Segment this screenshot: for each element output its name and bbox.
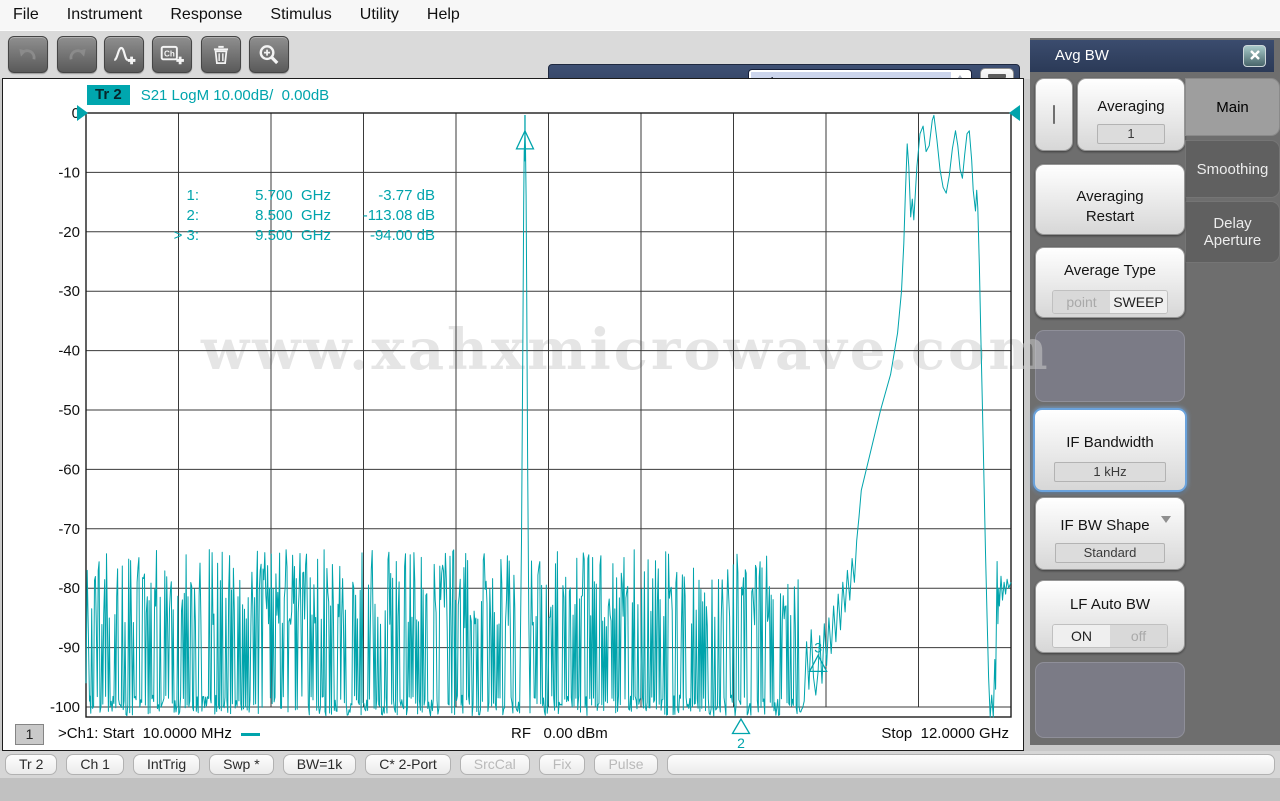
rf-power-label: RF 0.00 dBm [511, 725, 608, 742]
status-srccal[interactable]: SrcCal [459, 754, 530, 775]
dropdown-arrow-icon [1161, 516, 1171, 523]
y-tick-label: -10 [58, 164, 80, 181]
status-inttrig[interactable]: IntTrig [132, 754, 201, 775]
zoom-button[interactable] [249, 36, 289, 73]
average-type-button[interactable]: Average Type point SWEEP [1035, 247, 1185, 318]
if-bandwidth-value: 1 kHz [1054, 462, 1166, 482]
toggle-indicator [1053, 105, 1055, 124]
trace-header: Tr 2 S21 LogM 10.00dB/ 0.00dB [87, 85, 329, 105]
status-c-2-port[interactable]: C* 2-Port [365, 754, 451, 775]
trash-icon [208, 42, 234, 68]
add-channel-icon: Ch [159, 42, 185, 68]
marker-3-value: -94.00 dB [369, 227, 435, 244]
panel-close-button[interactable] [1243, 45, 1266, 67]
avg-bw-panel: Avg BW Averaging 1 Main Smoothing Delay … [1030, 38, 1280, 745]
status-ch-1[interactable]: Ch 1 [66, 754, 124, 775]
if-bw-shape-value: Standard [1055, 543, 1165, 563]
marker-2-value: -113.08 dB [362, 207, 435, 224]
marker-2-freq: 8.500 GHz [255, 207, 331, 224]
lf-auto-bw-off[interactable]: off [1110, 625, 1167, 647]
y-tick-label: -20 [58, 224, 80, 241]
svg-text:Ch: Ch [164, 49, 175, 58]
y-tick-label: -100 [50, 699, 80, 716]
empty-softkey-1 [1035, 330, 1185, 402]
redo-icon [64, 42, 90, 68]
tab-smoothing[interactable]: Smoothing [1185, 140, 1280, 198]
status-swp-[interactable]: Swp * [209, 754, 274, 775]
marker-1-freq: 5.700 GHz [255, 187, 331, 204]
y-tick-label: -60 [58, 461, 80, 478]
lf-auto-bw-button[interactable]: LF Auto BW ON off [1035, 580, 1185, 653]
lf-auto-bw-on[interactable]: ON [1053, 625, 1110, 647]
redo-button[interactable] [57, 36, 97, 73]
lf-auto-bw-segments: ON off [1052, 624, 1168, 648]
empty-softkey-2 [1035, 662, 1185, 738]
trace-format-label: S21 LogM 10.00dB/ 0.00dB [140, 86, 330, 104]
average-type-sweep[interactable]: SWEEP [1110, 290, 1167, 313]
add-channel-button[interactable]: Ch [152, 36, 192, 73]
undo-button[interactable] [8, 36, 48, 73]
marker-3-number: 3 [814, 639, 822, 655]
y-tick-label: -40 [58, 343, 80, 360]
menu-bar: File Instrument Response Stimulus Utility Hel… [0, 0, 1280, 30]
channel-row: 1 >Ch1: Start 10.0000 MHz RF 0.00 dBm St… [3, 723, 1023, 747]
status-bar: Tr 2 Ch 1 IntTrig Swp * BW=1k C* 2-Port SrcCal… [0, 751, 1280, 778]
status-message-area [666, 754, 1275, 775]
y-tick-label: -80 [58, 580, 80, 597]
status-fix[interactable]: Fix [538, 754, 586, 775]
marker-1-label: 1: [186, 187, 199, 204]
y-tick-label: -70 [58, 521, 80, 538]
menu-help[interactable]: Help [413, 6, 474, 24]
trace-badge[interactable]: Tr 2 [87, 85, 130, 105]
menu-response[interactable]: Response [156, 6, 256, 24]
marker-3-label: > 3: [173, 227, 199, 244]
menu-stimulus[interactable]: Stimulus [256, 6, 345, 24]
menu-instrument[interactable]: Instrument [53, 6, 157, 24]
average-type-point[interactable]: point [1053, 290, 1110, 313]
status-bw-1k[interactable]: BW=1k [282, 754, 357, 775]
y-tick-label: -30 [58, 283, 80, 300]
tab-delay-aperture[interactable]: Delay Aperture [1185, 201, 1280, 263]
panel-title-bar: Avg BW [1030, 40, 1274, 72]
marker-1-value: -3.77 dB [378, 187, 435, 204]
averaging-toggle-button[interactable] [1035, 78, 1073, 151]
if-bw-shape-button[interactable]: IF BW Shape Standard [1035, 497, 1185, 570]
channel-start-label: >Ch1: Start 10.0000 MHz [58, 725, 260, 742]
status-tr-2[interactable]: Tr 2 [5, 754, 58, 775]
delete-trace-button[interactable] [201, 36, 241, 73]
average-type-segments: point SWEEP [1052, 289, 1168, 314]
menu-file[interactable]: File [10, 6, 53, 24]
marker-3-freq: 9.500 GHz [255, 227, 331, 244]
channel-stop-label: Stop 12.0000 GHz [881, 725, 1009, 742]
add-trace-icon [111, 42, 137, 68]
menu-utility[interactable]: Utility [346, 6, 413, 24]
add-trace-button[interactable] [104, 36, 144, 73]
panel-title: Avg BW [1055, 47, 1109, 64]
zoom-in-icon [256, 42, 282, 68]
plot-window: 0 -10 -20 -30 -40 -50 -60 -70 -80 -90 -100 2 3 Tr 2 … [2, 78, 1024, 751]
status-pulse[interactable]: Pulse [594, 754, 658, 775]
if-bandwidth-button[interactable]: IF Bandwidth 1 kHz [1033, 408, 1187, 492]
y-tick-label: -50 [58, 402, 80, 419]
y-tick-label: -90 [58, 640, 80, 657]
averaging-value: 1 [1097, 124, 1165, 144]
averaging-button[interactable]: Averaging 1 [1077, 78, 1185, 151]
marker-2-label: 2: [186, 207, 199, 224]
s21-chart: 0-10-20-30-40-50-60-70-80-90-10023 [50, 105, 1020, 748]
undo-icon [15, 42, 41, 68]
tab-main[interactable]: Main [1185, 78, 1280, 136]
marker-readout: 1: 5.700 GHz -3.77 dB 2: 8.500 GHz -113.08 dB… [153, 186, 435, 246]
averaging-restart-button[interactable]: Averaging Restart [1035, 164, 1185, 235]
close-icon [1249, 49, 1261, 64]
bottom-strip [0, 778, 1280, 801]
channel-number-badge[interactable]: 1 [15, 724, 44, 745]
trace-color-dash [240, 732, 260, 736]
